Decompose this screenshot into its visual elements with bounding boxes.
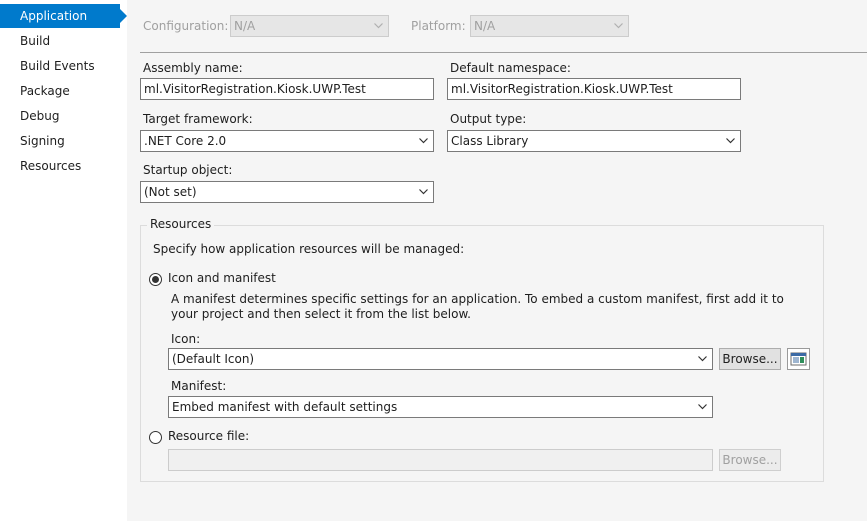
chevron-down-icon (694, 397, 710, 417)
resource-file-input[interactable] (168, 449, 713, 471)
manifest-label: Manifest: (171, 379, 227, 393)
sidebar-item-label: Build (20, 34, 51, 48)
platform-dropdown[interactable]: N/A (470, 15, 629, 37)
target-framework-value: .NET Core 2.0 (144, 134, 227, 148)
icon-preview (787, 348, 810, 370)
chevron-down-icon (722, 131, 738, 151)
icon-value: (Default Icon) (172, 352, 255, 366)
target-framework-dropdown[interactable]: .NET Core 2.0 (140, 130, 434, 152)
chevron-down-icon (370, 16, 386, 36)
manifest-help-line2: your project and then select it from the… (171, 307, 471, 321)
configuration-value: N/A (234, 19, 256, 33)
sidebar-item-label: Resources (20, 159, 82, 173)
chevron-down-icon (610, 16, 626, 36)
default-namespace-label: Default namespace: (450, 61, 571, 75)
manifest-value: Embed manifest with default settings (172, 400, 398, 414)
application-icon (788, 349, 809, 369)
sidebar: Application Build Build Events Package D… (0, 0, 127, 521)
resources-description: Specify how application resources will b… (153, 242, 465, 256)
manifest-dropdown[interactable]: Embed manifest with default settings (168, 396, 713, 418)
chevron-down-icon (694, 349, 710, 369)
resource-file-label[interactable]: Resource file: (168, 429, 249, 443)
output-type-value: Class Library (451, 134, 529, 148)
manifest-help-line1: A manifest determines specific settings … (171, 292, 784, 306)
platform-value: N/A (474, 19, 496, 33)
assembly-name-input[interactable]: ml.VisitorRegistration.Kiosk.UWP.Test (140, 78, 434, 100)
sidebar-item-resources[interactable]: Resources (0, 154, 127, 178)
sidebar-item-label: Debug (20, 109, 60, 123)
sidebar-item-label: Build Events (20, 59, 95, 73)
sidebar-item-signing[interactable]: Signing (0, 129, 127, 153)
output-type-label: Output type: (450, 112, 527, 126)
icon-label: Icon: (171, 332, 201, 346)
icon-and-manifest-radio[interactable] (149, 273, 162, 286)
sidebar-item-build[interactable]: Build (0, 29, 127, 53)
chevron-down-icon (415, 131, 431, 151)
icon-dropdown[interactable]: (Default Icon) (168, 348, 713, 370)
resource-file-radio[interactable] (149, 431, 162, 444)
resource-file-browse-button[interactable]: Browse... (719, 449, 781, 471)
sidebar-item-debug[interactable]: Debug (0, 104, 127, 128)
sidebar-item-application[interactable]: Application (0, 4, 127, 28)
header-divider (140, 52, 867, 53)
sidebar-item-label: Application (20, 9, 88, 23)
resources-group-title: Resources (147, 217, 215, 231)
startup-object-value: (Not set) (144, 185, 197, 199)
chevron-down-icon (415, 182, 431, 202)
configuration-label: Configuration: (143, 19, 229, 33)
sidebar-item-package[interactable]: Package (0, 79, 127, 103)
sidebar-item-label: Signing (20, 134, 65, 148)
startup-object-dropdown[interactable]: (Not set) (140, 181, 434, 203)
icon-and-manifest-label[interactable]: Icon and manifest (168, 271, 276, 285)
sidebar-item-label: Package (20, 84, 70, 98)
sidebar-item-build-events[interactable]: Build Events (0, 54, 127, 78)
output-type-dropdown[interactable]: Class Library (447, 130, 741, 152)
icon-browse-button[interactable]: Browse... (719, 348, 781, 370)
platform-label: Platform: (411, 19, 466, 33)
assembly-name-label: Assembly name: (143, 61, 243, 75)
startup-object-label: Startup object: (143, 163, 233, 177)
default-namespace-input[interactable]: ml.VisitorRegistration.Kiosk.UWP.Test (447, 78, 741, 100)
target-framework-label: Target framework: (143, 112, 253, 126)
configuration-dropdown[interactable]: N/A (230, 15, 389, 37)
